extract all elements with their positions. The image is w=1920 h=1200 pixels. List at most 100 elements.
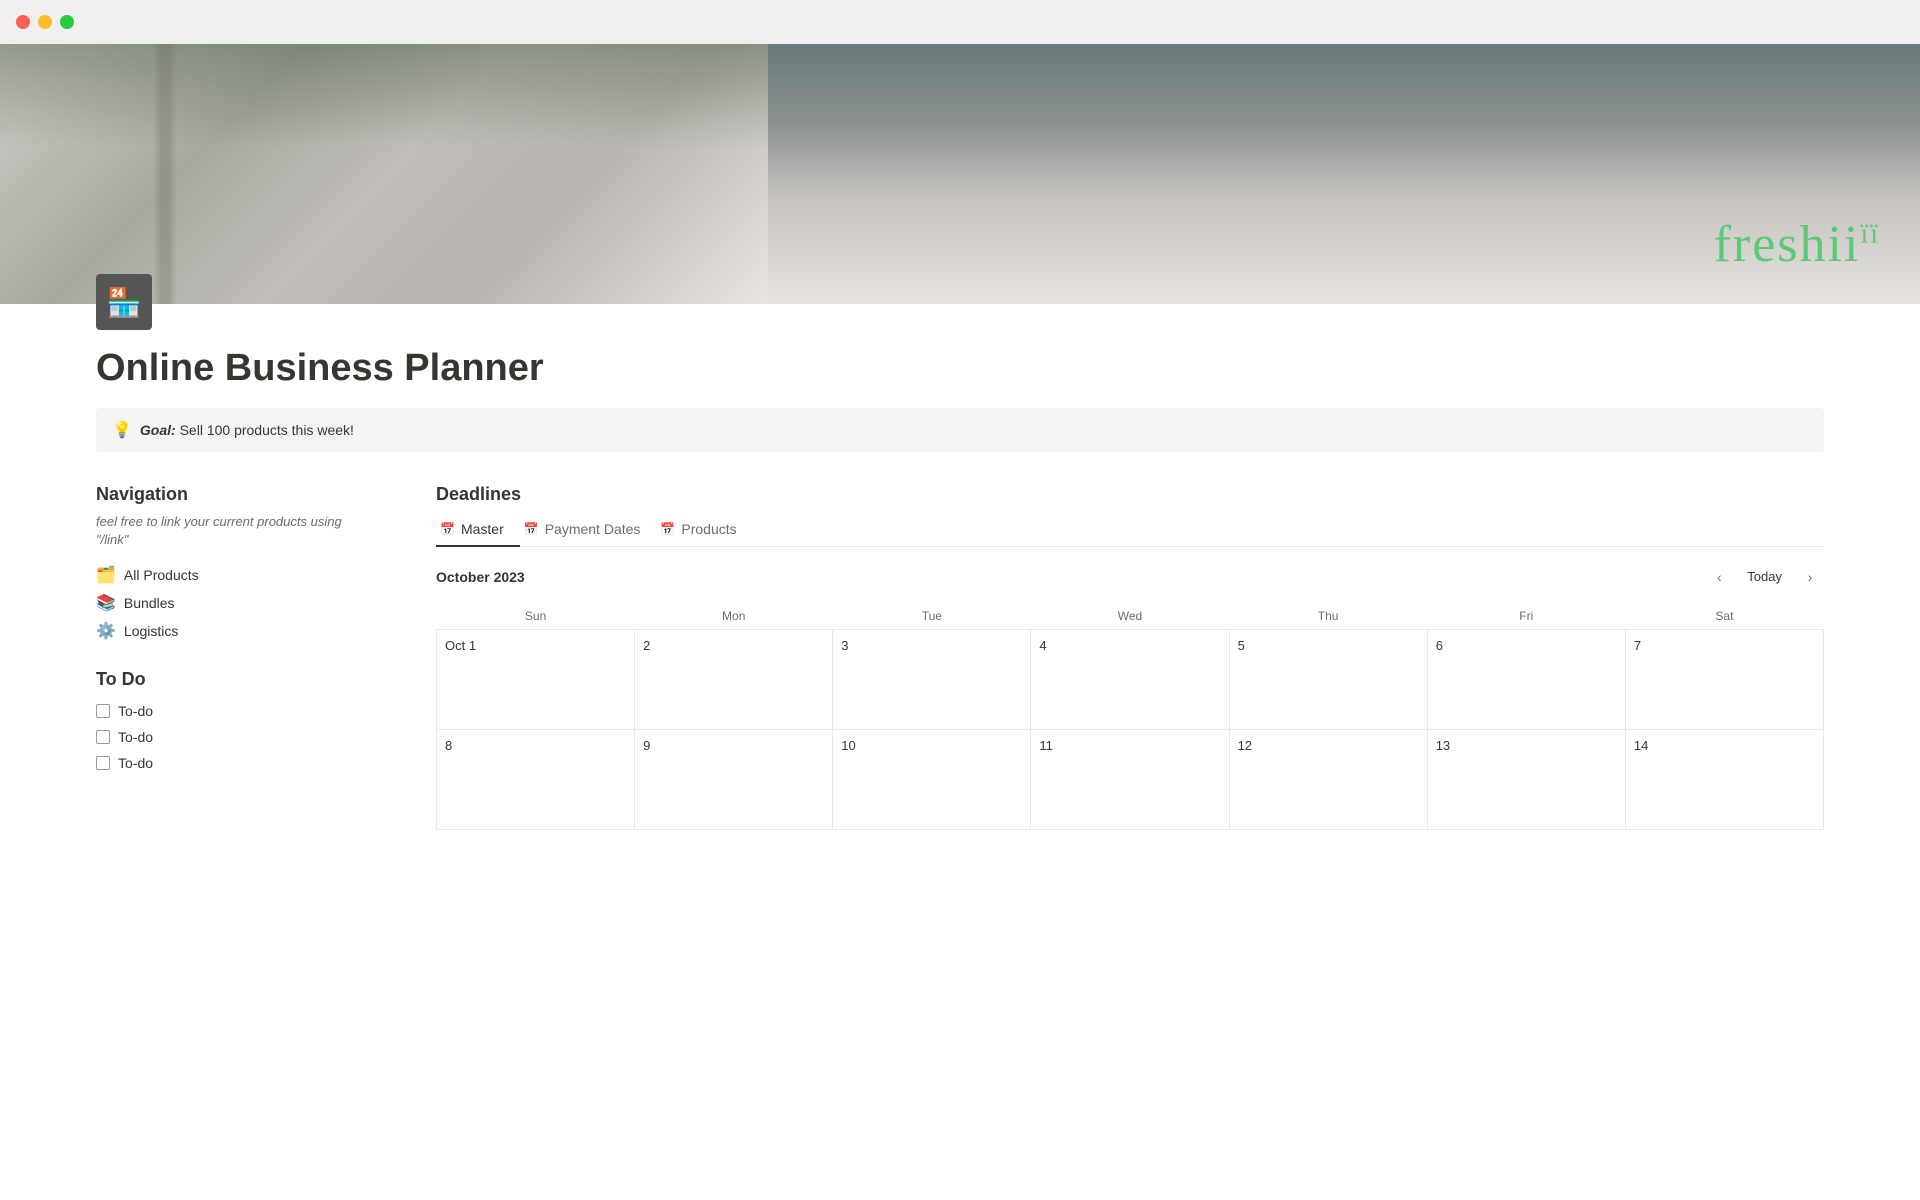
todo-label-3: To-do: [118, 755, 153, 771]
todo-label-2: To-do: [118, 729, 153, 745]
maximize-button[interactable]: [60, 15, 74, 29]
cal-cell-oct7[interactable]: 7: [1625, 629, 1823, 729]
tab-products-label: Products: [681, 521, 736, 537]
close-button[interactable]: [16, 15, 30, 29]
day-num-oct9: 9: [643, 738, 650, 753]
hero-banner: freshiiïï: [0, 44, 1920, 304]
day-num-oct5: 5: [1238, 638, 1245, 653]
tab-products[interactable]: 📅 Products: [656, 513, 752, 547]
cal-cell-oct4[interactable]: 4: [1031, 629, 1229, 729]
nav-item-all-products[interactable]: 🗂️ All Products: [96, 561, 376, 589]
calendar-today-button[interactable]: Today: [1737, 565, 1792, 588]
cal-cell-oct11[interactable]: 11: [1031, 729, 1229, 829]
all-products-label: All Products: [124, 567, 199, 583]
todo-list: To-do To-do To-do: [96, 698, 376, 776]
day-num-oct7: 7: [1634, 638, 1641, 653]
day-num-oct1: Oct 1: [445, 638, 476, 653]
calendar-prev-button[interactable]: ‹: [1705, 563, 1733, 591]
logistics-label: Logistics: [124, 623, 178, 639]
day-num-oct6: 6: [1436, 638, 1443, 653]
titlebar: [0, 0, 1920, 44]
day-num-oct12: 12: [1238, 738, 1252, 753]
day-num-oct14: 14: [1634, 738, 1648, 753]
tab-master[interactable]: 📅 Master: [436, 513, 520, 547]
hero-left-image: [0, 44, 768, 304]
cal-cell-oct5[interactable]: 5: [1229, 629, 1427, 729]
day-num-oct8: 8: [445, 738, 452, 753]
navigation-subtitle: feel free to link your current products …: [96, 513, 376, 549]
tab-payment-label: Payment Dates: [545, 521, 641, 537]
calendar-grid: Sun Mon Tue Wed Thu Fri Sat Oct 1: [436, 603, 1824, 830]
col-mon: Mon: [635, 603, 833, 630]
navigation-heading: Navigation: [96, 484, 376, 505]
logistics-icon: ⚙️: [96, 621, 116, 641]
todo-item-3[interactable]: To-do: [96, 750, 376, 776]
goal-label: Goal:: [140, 422, 176, 438]
day-num-oct2: 2: [643, 638, 650, 653]
todo-heading: To Do: [96, 669, 376, 690]
col-tue: Tue: [833, 603, 1031, 630]
navigation-list: 🗂️ All Products 📚 Bundles ⚙️ Logistics: [96, 561, 376, 645]
col-wed: Wed: [1031, 603, 1229, 630]
goal-banner: 💡 Goal: Sell 100 products this week!: [96, 408, 1824, 452]
cal-cell-oct6[interactable]: 6: [1427, 629, 1625, 729]
tab-payment-dates[interactable]: 📅 Payment Dates: [520, 513, 657, 547]
nav-item-bundles[interactable]: 📚 Bundles: [96, 589, 376, 617]
right-column: Deadlines 📅 Master 📅 Payment Dates 📅 Pro…: [436, 484, 1824, 830]
tab-master-label: Master: [461, 521, 504, 537]
freshii-logo: freshiiïï: [1714, 215, 1880, 274]
todo-checkbox-3[interactable]: [96, 756, 110, 770]
day-num-oct11: 11: [1039, 738, 1053, 753]
left-column: Navigation feel free to link your curren…: [96, 484, 376, 776]
todo-item-1[interactable]: To-do: [96, 698, 376, 724]
col-sun: Sun: [437, 603, 635, 630]
calendar-week-2: 8 9 10 11 12: [437, 729, 1824, 829]
deadlines-tabs: 📅 Master 📅 Payment Dates 📅 Products: [436, 513, 1824, 547]
calendar-month-label: October 2023: [436, 569, 525, 585]
navigation-section: Navigation feel free to link your curren…: [96, 484, 376, 645]
todo-item-2[interactable]: To-do: [96, 724, 376, 750]
cal-cell-oct3[interactable]: 3: [833, 629, 1031, 729]
col-thu: Thu: [1229, 603, 1427, 630]
todo-checkbox-1[interactable]: [96, 704, 110, 718]
tab-master-icon: 📅: [440, 522, 455, 536]
bundles-icon: 📚: [96, 593, 116, 613]
todo-section: To Do To-do To-do To-do: [96, 669, 376, 776]
goal-text: Goal: Sell 100 products this week!: [140, 422, 354, 438]
day-num-oct10: 10: [841, 738, 855, 753]
cal-cell-oct13[interactable]: 13: [1427, 729, 1625, 829]
col-sat: Sat: [1625, 603, 1823, 630]
tab-payment-icon: 📅: [524, 522, 539, 536]
cal-cell-oct8[interactable]: 8: [437, 729, 635, 829]
day-num-oct3: 3: [841, 638, 848, 653]
cal-cell-oct9[interactable]: 9: [635, 729, 833, 829]
page-icon: 🏪: [96, 274, 152, 330]
goal-value: Sell 100 products this week!: [180, 422, 354, 438]
nav-item-logistics[interactable]: ⚙️ Logistics: [96, 617, 376, 645]
calendar-header: October 2023 ‹ Today ›: [436, 563, 1824, 591]
calendar-navigation: ‹ Today ›: [1705, 563, 1824, 591]
col-fri: Fri: [1427, 603, 1625, 630]
cal-cell-oct2[interactable]: 2: [635, 629, 833, 729]
cal-cell-oct10[interactable]: 10: [833, 729, 1031, 829]
calendar-week-1: Oct 1 2 3 4 5: [437, 629, 1824, 729]
hero-right-image: freshiiïï: [768, 44, 1920, 304]
all-products-icon: 🗂️: [96, 565, 116, 585]
deadlines-heading: Deadlines: [436, 484, 1824, 505]
todo-checkbox-2[interactable]: [96, 730, 110, 744]
bulb-icon: 💡: [112, 420, 132, 440]
calendar-next-button[interactable]: ›: [1796, 563, 1824, 591]
page-icon-area: 🏪: [0, 274, 1920, 330]
day-num-oct13: 13: [1436, 738, 1450, 753]
cal-cell-oct12[interactable]: 12: [1229, 729, 1427, 829]
main-content: Online Business Planner 💡 Goal: Sell 100…: [0, 338, 1920, 890]
minimize-button[interactable]: [38, 15, 52, 29]
cal-cell-oct14[interactable]: 14: [1625, 729, 1823, 829]
two-col-layout: Navigation feel free to link your curren…: [96, 484, 1824, 830]
day-num-oct4: 4: [1039, 638, 1046, 653]
tab-products-icon: 📅: [660, 522, 675, 536]
page-title: Online Business Planner: [96, 346, 1824, 392]
cal-cell-oct1[interactable]: Oct 1: [437, 629, 635, 729]
bundles-label: Bundles: [124, 595, 175, 611]
todo-label-1: To-do: [118, 703, 153, 719]
